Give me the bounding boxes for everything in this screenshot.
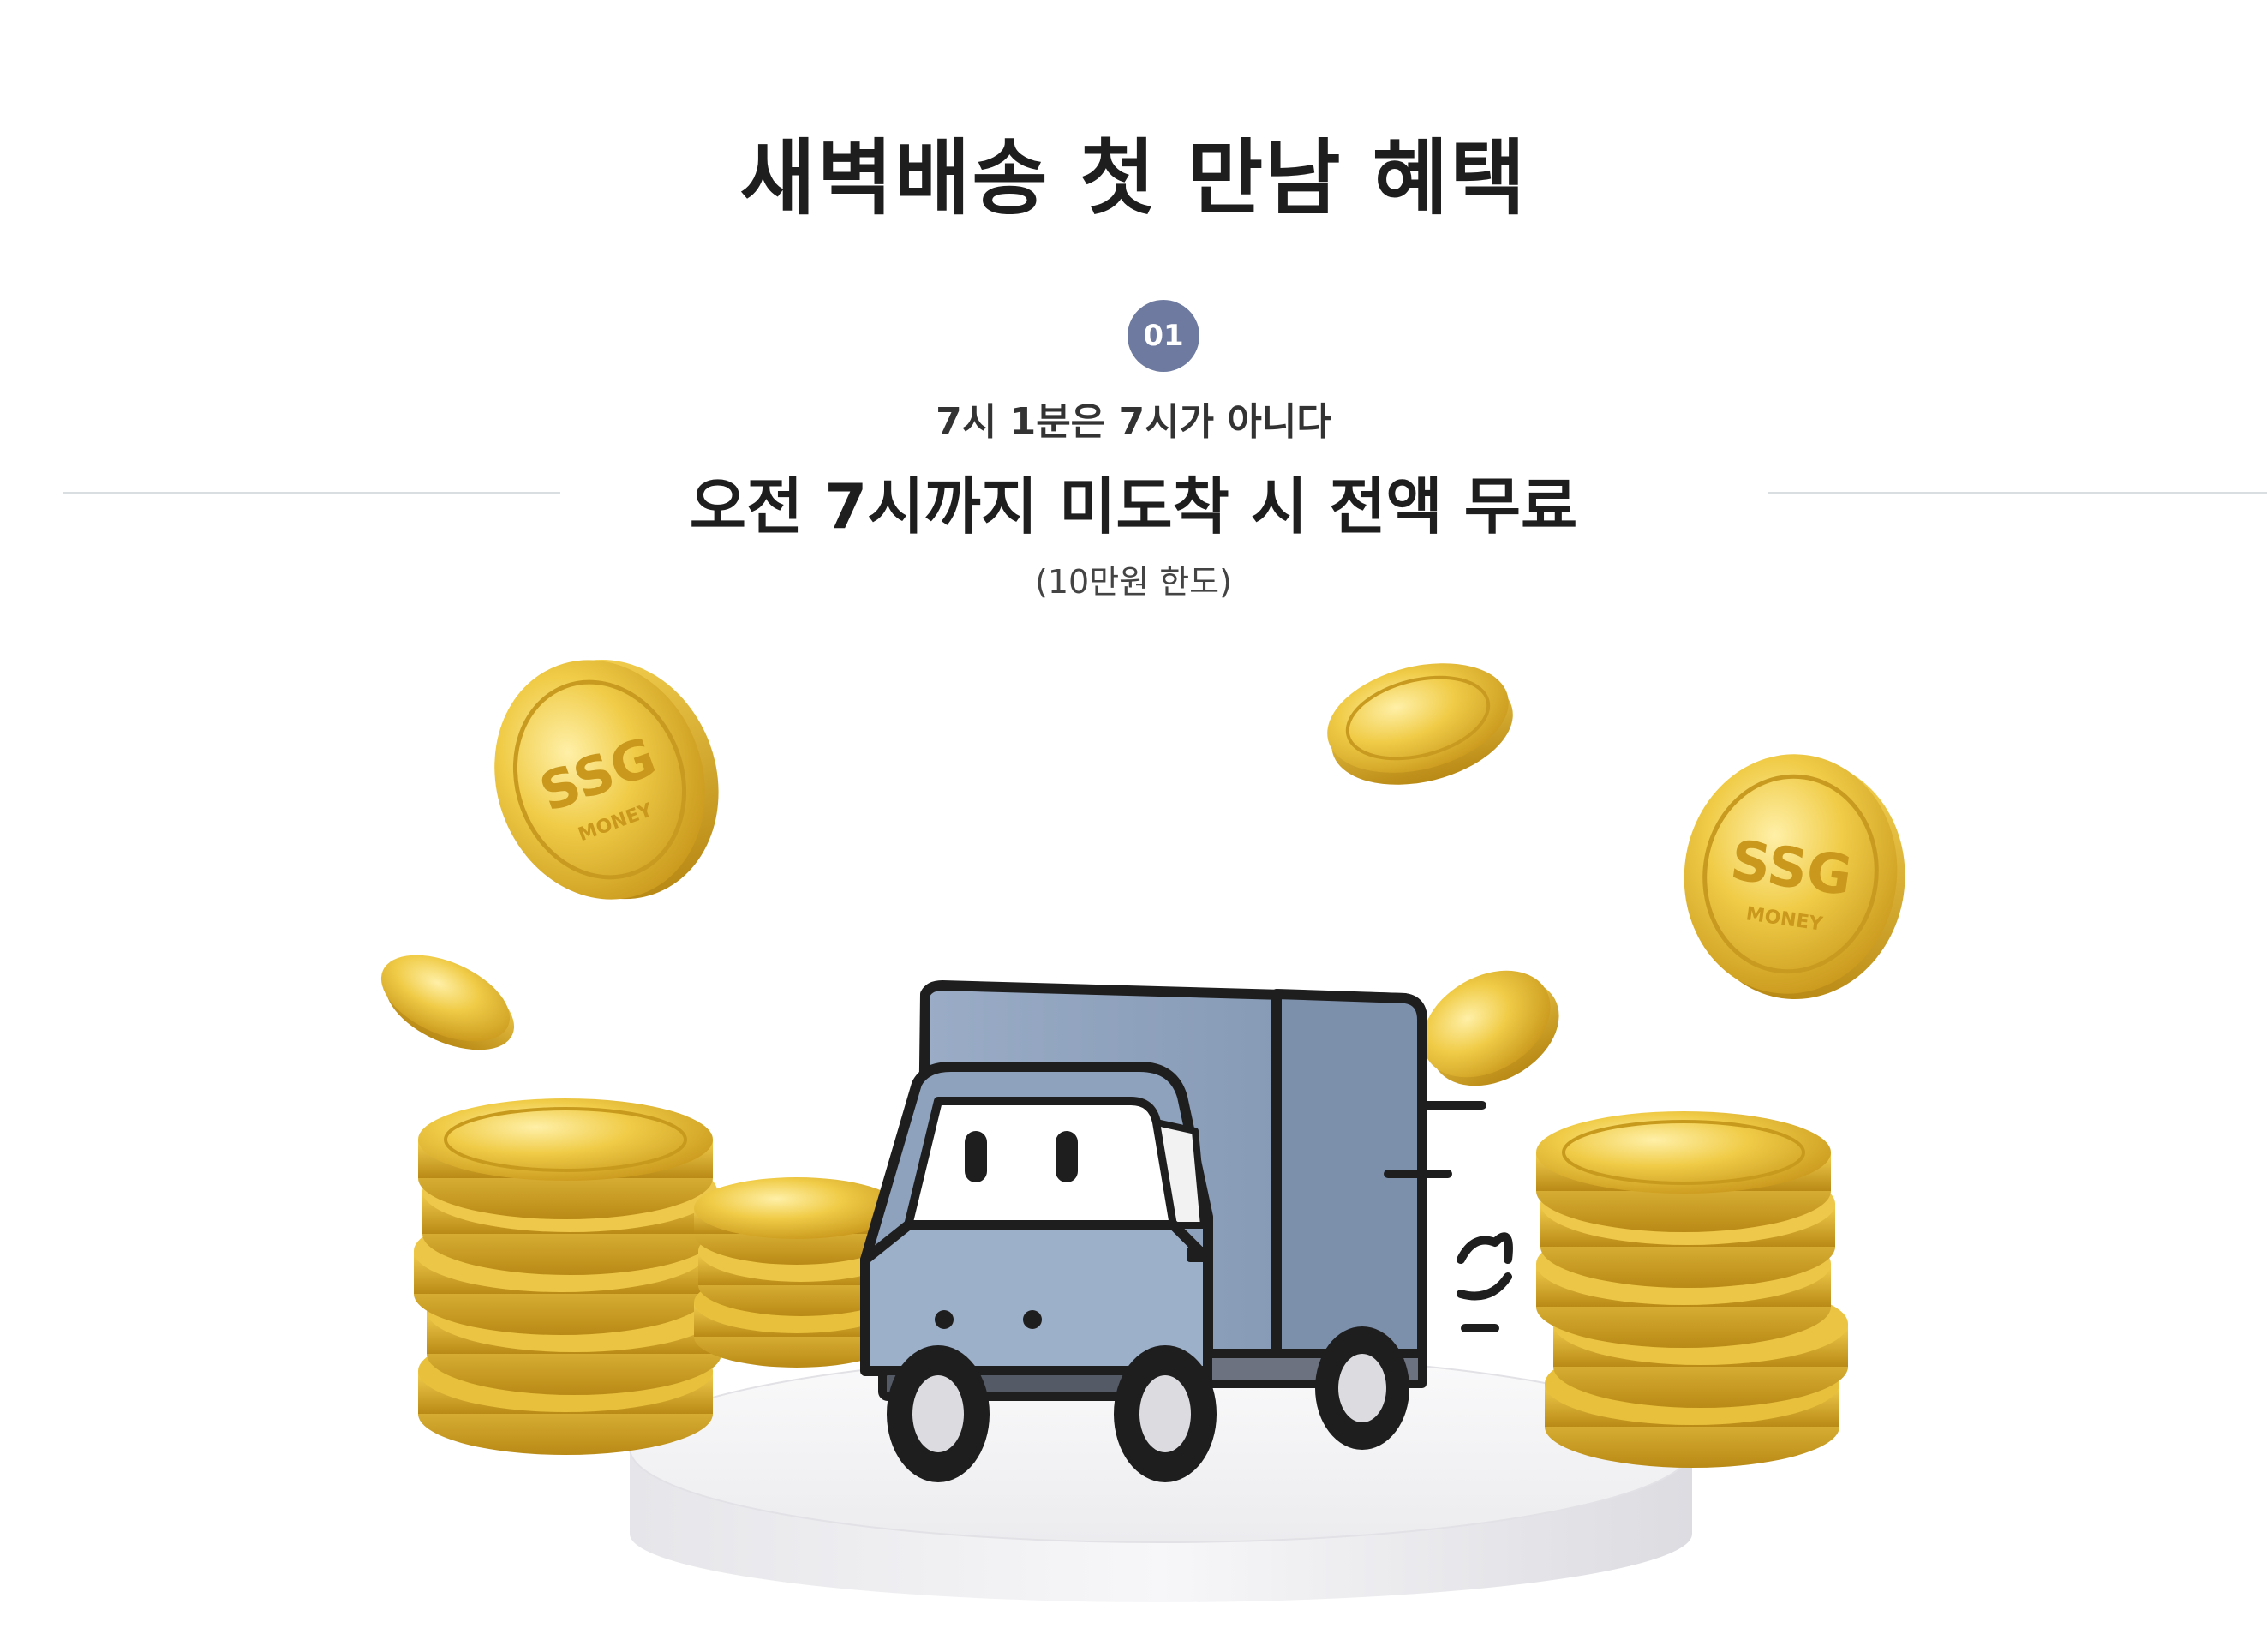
delivery-illustration: SSG MONEY SSG MONEY xyxy=(380,659,1905,1602)
ssg-money-coin-icon: SSG MONEY xyxy=(1684,754,1905,1000)
ssg-money-coin-icon xyxy=(1422,970,1559,1086)
coin-stack-icon xyxy=(1536,1111,1848,1468)
ssg-money-coin-icon xyxy=(1327,663,1513,785)
ssg-money-coin-icon xyxy=(380,955,515,1050)
ssg-money-coin-icon: SSG MONEY xyxy=(494,659,719,900)
coin-stack-icon xyxy=(414,1098,721,1455)
